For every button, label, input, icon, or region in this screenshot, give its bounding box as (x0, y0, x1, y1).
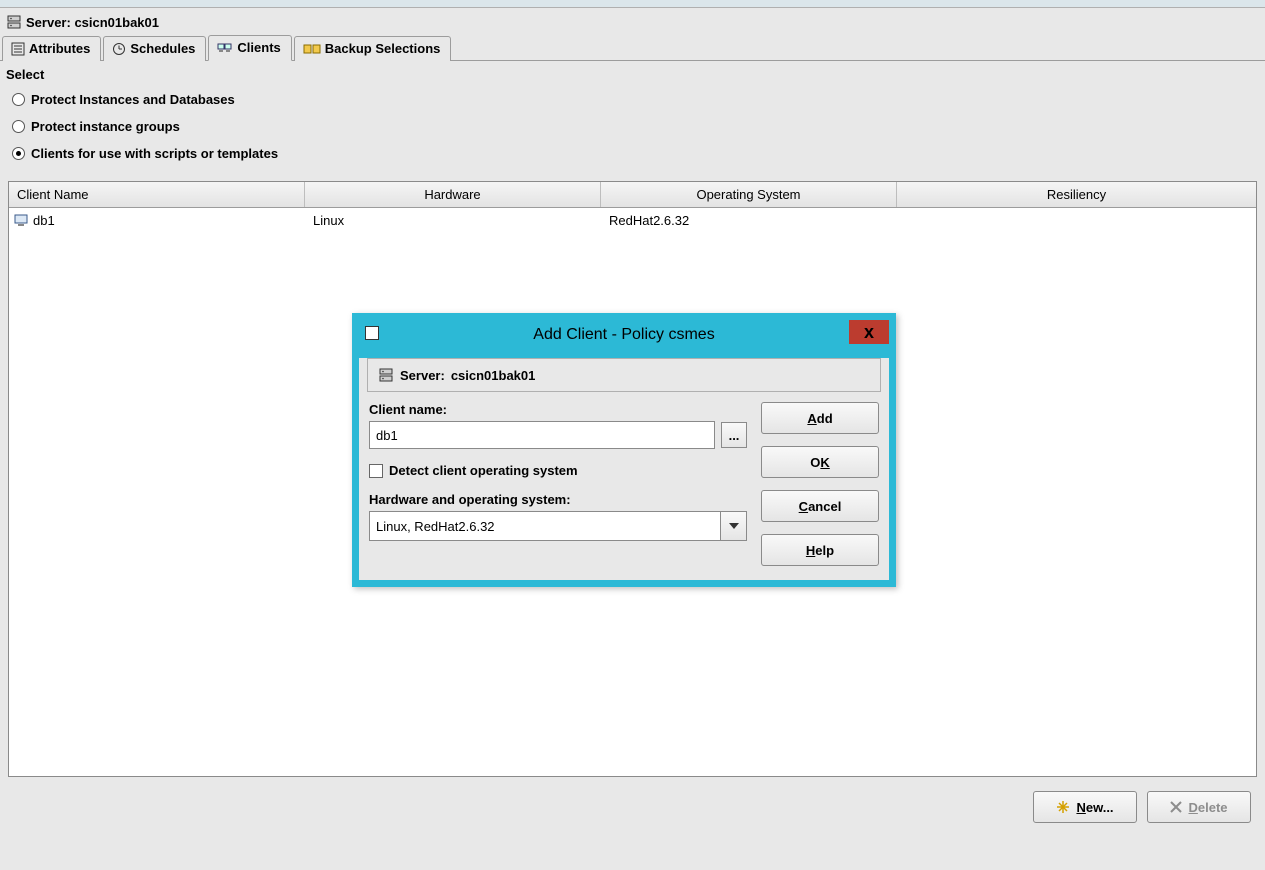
col-hardware[interactable]: Hardware (305, 182, 601, 207)
dialog-server-prefix: Server: (400, 368, 445, 383)
tab-schedules[interactable]: Schedules (103, 36, 206, 61)
delete-button: Delete (1147, 791, 1251, 823)
add-client-dialog: Add Client - Policy csmes x Server: csic… (352, 313, 896, 587)
select-label: Select (6, 67, 1259, 82)
dialog-title-text: Add Client - Policy csmes (533, 326, 714, 344)
tab-label: Backup Selections (325, 41, 441, 56)
dialog-server-name: csicn01bak01 (451, 368, 536, 383)
cell-hardware: Linux (305, 208, 601, 233)
tab-attributes[interactable]: Attributes (2, 36, 101, 61)
title-bar (0, 0, 1265, 8)
tab-label: Attributes (29, 41, 90, 56)
spark-icon (1056, 800, 1070, 814)
tab-clients[interactable]: Clients (208, 35, 291, 61)
server-line: Server: csicn01bak01 (0, 8, 1265, 34)
chevron-down-icon (729, 523, 739, 529)
dialog-server-line: Server: csicn01bak01 (367, 358, 881, 392)
select-section: Select Protect Instances and Databases P… (0, 61, 1265, 171)
hw-os-value: Linux, RedHat2.6.32 (376, 519, 495, 534)
dialog-right: Add OK Cancel Help (761, 402, 879, 566)
cell-os: RedHat2.6.32 (601, 208, 897, 233)
help-button[interactable]: Help (761, 534, 879, 566)
radio-icon (12, 120, 25, 133)
hw-os-select[interactable]: Linux, RedHat2.6.32 (369, 511, 721, 541)
help-rest: elp (815, 543, 834, 558)
x-icon (1170, 801, 1182, 813)
client-name-label: Client name: (369, 402, 747, 417)
delete-label-rest: elete (1198, 800, 1228, 815)
client-name-input[interactable] (369, 421, 715, 449)
cell-resiliency (897, 208, 1256, 233)
col-client-name[interactable]: Client Name (9, 182, 305, 207)
dialog-left: Client name: ... Detect client operating… (369, 402, 747, 566)
server-icon (6, 14, 22, 30)
cancel-rest: ancel (808, 499, 841, 514)
server-icon (378, 367, 394, 383)
footer-buttons: New... Delete (0, 777, 1265, 823)
detect-label-rest: etect client operating system (398, 463, 577, 478)
cell-client: db1 (33, 213, 55, 228)
radio-protect-instances[interactable]: Protect Instances and Databases (6, 86, 1259, 113)
radio-icon (12, 93, 25, 106)
radio-icon (12, 147, 25, 160)
radio-label: Protect instance groups (31, 119, 180, 134)
new-label-rest: ew... (1086, 800, 1114, 815)
add-button[interactable]: Add (761, 402, 879, 434)
dialog-body: Server: csicn01bak01 Client name: ... De… (359, 358, 889, 580)
checkbox-icon (369, 464, 383, 478)
computer-icon (13, 214, 29, 228)
folder-pair-icon (303, 42, 321, 56)
detect-os-checkbox-row[interactable]: Detect client operating system (369, 463, 747, 478)
add-rest: dd (817, 411, 833, 426)
new-button[interactable]: New... (1033, 791, 1137, 823)
tab-strip: Attributes Schedules Clients Backup Sele… (0, 34, 1265, 61)
tab-backup-selections[interactable]: Backup Selections (294, 36, 452, 61)
col-resiliency[interactable]: Resiliency (897, 182, 1256, 207)
dropdown-arrow-button[interactable] (721, 511, 747, 541)
table-row[interactable]: db1 Linux RedHat2.6.32 (9, 208, 1256, 233)
close-button[interactable]: x (849, 320, 889, 344)
close-icon: x (864, 322, 874, 343)
radio-label: Protect Instances and Databases (31, 92, 235, 107)
tab-label: Clients (237, 40, 280, 55)
radio-protect-groups[interactable]: Protect instance groups (6, 113, 1259, 140)
hw-os-label: Hardware and operating system: (369, 492, 747, 507)
table-header: Client Name Hardware Operating System Re… (9, 182, 1256, 208)
list-icon (11, 42, 25, 56)
radio-clients-scripts[interactable]: Clients for use with scripts or template… (6, 140, 1259, 167)
dialog-titlebar[interactable]: Add Client - Policy csmes x (359, 320, 889, 350)
server-prefix: Server: (26, 15, 71, 30)
tab-label: Schedules (130, 41, 195, 56)
server-name: csicn01bak01 (74, 15, 159, 30)
clock-icon (112, 42, 126, 56)
ok-button[interactable]: OK (761, 446, 879, 478)
cancel-button[interactable]: Cancel (761, 490, 879, 522)
window-icon (365, 326, 379, 340)
col-os[interactable]: Operating System (601, 182, 897, 207)
radio-label: Clients for use with scripts or template… (31, 146, 278, 161)
clients-icon (217, 41, 233, 55)
browse-button[interactable]: ... (721, 422, 747, 448)
